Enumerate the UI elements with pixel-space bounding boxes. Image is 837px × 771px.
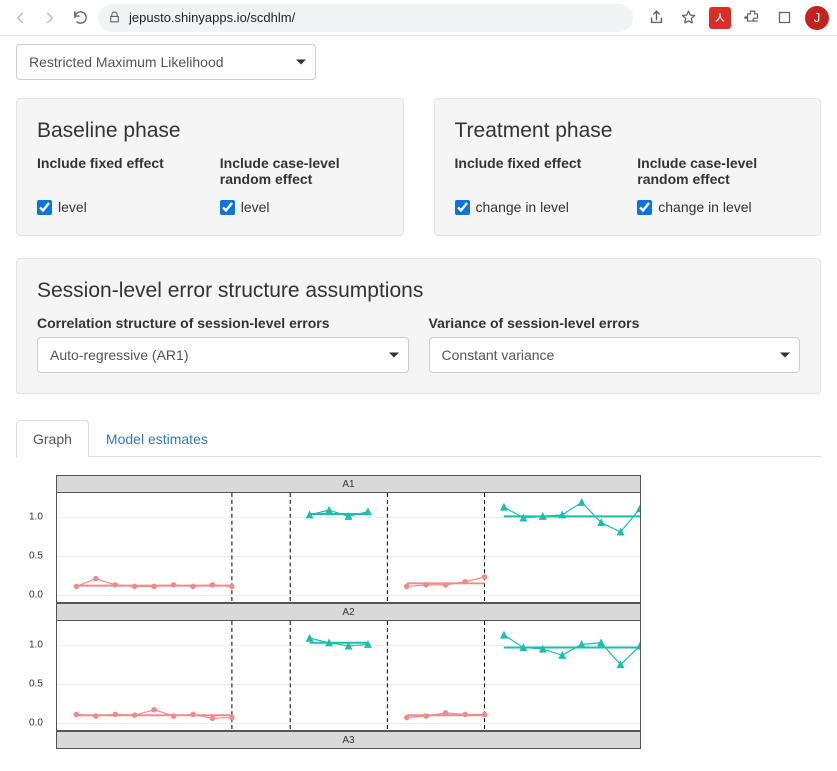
window-controls-icon[interactable] xyxy=(773,7,795,29)
forward-button[interactable] xyxy=(38,6,62,30)
corr-structure-select[interactable]: Auto-regressive (AR1) xyxy=(37,337,409,373)
facet-panel: 0.00.51.0 xyxy=(56,621,641,731)
profile-avatar[interactable]: J xyxy=(805,6,829,30)
arrow-right-icon xyxy=(41,9,59,27)
puzzle-icon xyxy=(744,9,761,26)
y-tick-label: 0.0 xyxy=(29,590,43,601)
treatment-random-label: Include case-level random effect xyxy=(637,155,800,189)
facet-A1: A10.00.51.0 xyxy=(56,475,641,603)
arrow-left-icon xyxy=(11,9,29,27)
estimation-method-select-wrap: Restricted Maximum Likelihood xyxy=(16,44,316,80)
facet-A2: A20.00.51.0 xyxy=(56,603,641,731)
url-text: jepusto.shinyapps.io/scdhlm/ xyxy=(129,10,295,25)
baseline-phase-panel: Baseline phase Include fixed effect leve… xyxy=(16,98,404,236)
y-tick-label: 0.5 xyxy=(29,550,43,561)
app-body: Restricted Maximum Likelihood Baseline p… xyxy=(0,36,837,769)
pdf-extension-icon[interactable]: 人 xyxy=(709,7,731,29)
y-tick-label: 0.5 xyxy=(29,678,43,689)
tab-graph[interactable]: Graph xyxy=(16,420,89,457)
y-tick-label: 0.0 xyxy=(29,718,43,729)
facet-strip: A3 xyxy=(56,731,641,749)
browser-toolbar: jepusto.shinyapps.io/scdhlm/ 人 J xyxy=(0,0,837,36)
treatment-fixed-label: Include fixed effect xyxy=(455,155,618,189)
chrome-right-actions: 人 J xyxy=(639,6,829,30)
bookmark-button[interactable] xyxy=(677,7,699,29)
tab-model-estimates[interactable]: Model estimates xyxy=(89,420,225,457)
star-icon xyxy=(680,9,697,26)
treatment-random-change-text: change in level xyxy=(658,199,751,215)
treatment-fixed-change-input[interactable] xyxy=(455,200,470,215)
address-bar[interactable]: jepusto.shinyapps.io/scdhlm/ xyxy=(98,4,633,32)
baseline-random-level-input[interactable] xyxy=(220,200,235,215)
facet-panel: 0.00.51.0 xyxy=(56,493,641,603)
baseline-fixed-level-input[interactable] xyxy=(37,200,52,215)
lock-icon xyxy=(108,11,121,24)
treatment-fixed-change-text: change in level xyxy=(476,199,569,215)
back-button[interactable] xyxy=(8,6,32,30)
variance-label: Variance of session-level errors xyxy=(429,315,801,331)
treatment-title: Treatment phase xyxy=(455,119,801,143)
square-icon xyxy=(777,10,792,25)
variance-select-wrap: Constant variance xyxy=(429,337,801,373)
plot-area: A10.00.51.0A20.00.51.0A3 xyxy=(16,457,821,749)
y-tick-label: 1.0 xyxy=(29,639,43,650)
corr-structure-label: Correlation structure of session-level e… xyxy=(37,315,409,331)
baseline-title: Baseline phase xyxy=(37,119,383,143)
reload-button[interactable] xyxy=(68,6,92,30)
error-structure-title: Session-level error structure assumption… xyxy=(37,279,800,303)
corr-structure-select-wrap: Auto-regressive (AR1) xyxy=(37,337,409,373)
estimation-method-select[interactable]: Restricted Maximum Likelihood xyxy=(16,44,316,80)
reload-icon xyxy=(72,9,89,26)
treatment-fixed-change-checkbox[interactable]: change in level xyxy=(455,199,618,215)
facet-A3: A3 xyxy=(56,731,641,749)
facet-strip: A1 xyxy=(56,475,641,493)
baseline-fixed-label: Include fixed effect xyxy=(37,155,200,189)
facet-strip: A2 xyxy=(56,603,641,621)
baseline-fixed-level-text: level xyxy=(58,199,87,215)
treatment-phase-panel: Treatment phase Include fixed effect cha… xyxy=(434,98,822,236)
results-tabs: Graph Model estimates A10.00.51.0A20.00.… xyxy=(16,420,821,749)
variance-select[interactable]: Constant variance xyxy=(429,337,801,373)
extensions-button[interactable] xyxy=(741,7,763,29)
treatment-random-change-input[interactable] xyxy=(637,200,652,215)
baseline-random-label: Include case-level random effect xyxy=(220,155,383,189)
share-button[interactable] xyxy=(645,7,667,29)
tab-list: Graph Model estimates xyxy=(16,420,821,457)
share-icon xyxy=(648,9,665,26)
error-structure-panel: Session-level error structure assumption… xyxy=(16,258,821,394)
treatment-random-change-checkbox[interactable]: change in level xyxy=(637,199,800,215)
baseline-random-level-checkbox[interactable]: level xyxy=(220,199,383,215)
phase-panels-row: Baseline phase Include fixed effect leve… xyxy=(16,98,821,236)
y-tick-label: 1.0 xyxy=(29,511,43,522)
baseline-random-level-text: level xyxy=(241,199,270,215)
baseline-fixed-level-checkbox[interactable]: level xyxy=(37,199,200,215)
